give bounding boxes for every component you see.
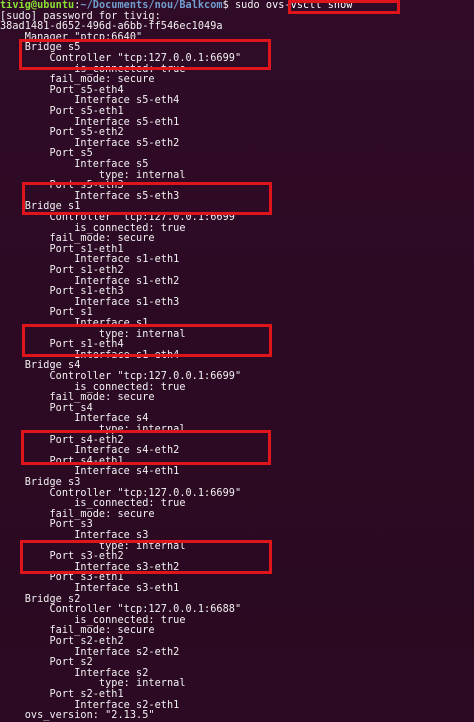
- highlight-command-box: [288, 0, 400, 14]
- output-line: Port s2: [0, 657, 93, 669]
- output-line: Interface s3-eth1: [0, 583, 180, 594]
- terminal-window[interactable]: tivig@ubuntu:~/Documents/nou/Balkcom$ su…: [0, 0, 474, 721]
- output-line: Controller "tcp:127.0.0.1:6699": [0, 371, 242, 382]
- output-line: Interface s2-eth1: [0, 699, 180, 711]
- highlight-bridge-s5: [19, 39, 271, 70]
- highlight-bridge-s2: [20, 540, 272, 574]
- output-line: Interface s2: [0, 667, 149, 679]
- output-line: Port s2-eth1: [0, 689, 124, 700]
- output-line: Port s5-eth1: [0, 106, 124, 117]
- output-line: type: internal: [0, 678, 186, 690]
- prompt-user-host: tivig@ubuntu: [0, 0, 75, 11]
- output-line: ovs_version: "2.13.5": [0, 710, 155, 722]
- prompt-dollar: $ sudo: [222, 0, 266, 11]
- output-line: Interface s5: [0, 159, 149, 170]
- output-line: Port s1-eth2: [0, 265, 124, 276]
- highlight-bridge-s3: [21, 430, 271, 465]
- output-line: Bridge s3: [0, 477, 81, 488]
- highlight-bridge-s4: [22, 324, 272, 357]
- highlight-bridge-s1: [22, 182, 272, 215]
- output-line: Interface s2-eth2: [0, 646, 180, 658]
- prompt-path: ~/Documents/nou/Balkcom: [80, 0, 223, 11]
- output-line: Port s2-eth2: [0, 636, 124, 647]
